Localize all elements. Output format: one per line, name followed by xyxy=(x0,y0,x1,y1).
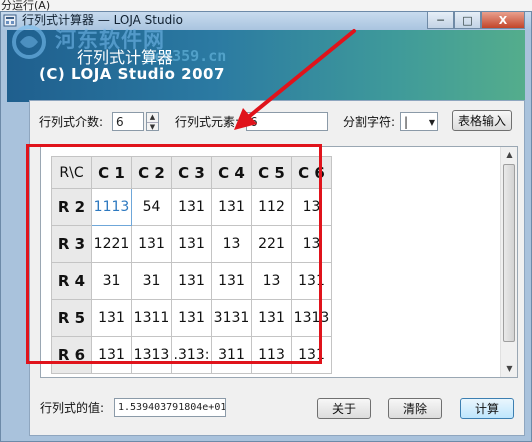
chevron-down-icon[interactable]: ▼ xyxy=(429,115,435,130)
banner-copyright: (C) LOJA Studio 2007 xyxy=(39,65,225,83)
watermark-logo-icon xyxy=(12,25,46,59)
maximize-button[interactable]: □ xyxy=(454,12,481,29)
scroll-down-icon[interactable]: ▼ xyxy=(501,361,518,377)
separator-value: | xyxy=(404,115,409,129)
order-spinner[interactable]: ▲ ▼ xyxy=(146,112,159,131)
order-label: 行列式介数: xyxy=(39,115,104,129)
about-button[interactable]: 关于 xyxy=(317,398,371,419)
spin-up-icon[interactable]: ▲ xyxy=(147,113,158,122)
vertical-scrollbar[interactable]: ▲ ▼ xyxy=(500,147,517,377)
highlight-box xyxy=(26,144,322,364)
separator-label: 分割字符: xyxy=(343,115,396,129)
table-input-button[interactable]: 表格输入 xyxy=(452,110,512,131)
scrollbar-thumb[interactable] xyxy=(503,164,515,342)
close-button[interactable]: X xyxy=(481,12,525,29)
separator-select[interactable]: | ▼ xyxy=(400,112,438,131)
elements-label: 行列式元素: xyxy=(175,115,240,129)
result-field[interactable]: 1.539403791804e+01 xyxy=(114,398,226,417)
result-label: 行列式的值: xyxy=(40,401,105,415)
scroll-up-icon[interactable]: ▲ xyxy=(501,147,518,163)
order-input[interactable]: 6 xyxy=(112,112,144,131)
banner: 河东软件网 pc0359.cn 行列式计算器 (C) LOJA Studio 2… xyxy=(7,25,525,102)
spin-down-icon[interactable]: ▼ xyxy=(147,122,158,131)
elements-input[interactable]: 6 xyxy=(246,112,328,131)
calculate-button[interactable]: 计算 xyxy=(460,398,514,419)
minimize-button[interactable]: ─ xyxy=(427,12,454,29)
clear-button[interactable]: 清除 xyxy=(388,398,442,419)
